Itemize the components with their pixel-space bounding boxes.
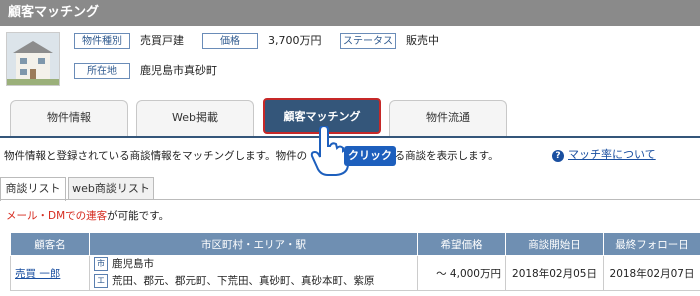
location-label: 所在地 bbox=[74, 63, 130, 79]
subtab-web-deal-list[interactable]: web商談リスト bbox=[68, 177, 154, 199]
table-row: 売買 一郎 市鹿児島市 エ荒田、郡元、郡元町、下荒田、真砂町、真砂本町、紫原 ～… bbox=[10, 255, 700, 291]
type-label: 物件種別 bbox=[74, 33, 130, 49]
deal-table: 顧客名 市区町村・エリア・駅 希望価格 商談開始日 最終フォロー日 売買 一郎 … bbox=[10, 232, 700, 291]
help-icon: ? bbox=[552, 150, 564, 162]
tab-web-listing[interactable]: Web掲載 bbox=[136, 100, 254, 136]
window-title: 顧客マッチング bbox=[0, 0, 700, 26]
price-cell: ～ 4,000万円 bbox=[417, 255, 506, 291]
follow-date-cell: 2018年02月07日 bbox=[603, 255, 700, 291]
col-header-price: 希望価格 bbox=[417, 232, 506, 256]
col-header-customer: 顧客名 bbox=[10, 232, 90, 256]
city-text: 鹿児島市 bbox=[112, 258, 154, 270]
customer-link[interactable]: 売買 一郎 bbox=[15, 268, 60, 280]
price-label: 価格 bbox=[202, 33, 258, 49]
price-value: 3,700万円 bbox=[268, 34, 322, 47]
start-date-cell: 2018年02月05日 bbox=[505, 255, 604, 291]
match-rate-help-link[interactable]: ? マッチ率について bbox=[552, 146, 656, 162]
mail-notice: メール・DMでの連客が可能です。 bbox=[6, 208, 169, 223]
subtab-deal-list[interactable]: 商談リスト bbox=[0, 177, 66, 201]
click-badge: クリック bbox=[344, 146, 396, 166]
property-photo bbox=[6, 32, 60, 86]
area-cell: 市鹿児島市 エ荒田、郡元、郡元町、下荒田、真砂町、真砂本町、紫原 bbox=[89, 255, 418, 291]
customer-cell: 売買 一郎 bbox=[10, 255, 90, 291]
description-text: 物件情報と登録されている商談情報をマッチングします。物件の ッチする商談を表示しま… bbox=[4, 148, 499, 163]
col-header-area: 市区町村・エリア・駅 bbox=[89, 232, 418, 256]
location-value: 鹿児島市真砂町 bbox=[140, 64, 217, 77]
status-label: ステータス bbox=[340, 33, 396, 49]
description-head: 物件情報と登録されている商談情報をマッチングします。物件の bbox=[4, 150, 308, 162]
table-header-row: 顧客名 市区町村・エリア・駅 希望価格 商談開始日 最終フォロー日 bbox=[10, 232, 700, 256]
area-badge: エ bbox=[94, 274, 108, 288]
subtab-underline bbox=[0, 199, 700, 200]
col-header-follow: 最終フォロー日 bbox=[603, 232, 700, 256]
type-value: 売買戸建 bbox=[140, 34, 184, 47]
help-link-text[interactable]: マッチ率について bbox=[568, 148, 656, 161]
tab-underline bbox=[0, 136, 700, 138]
status-value: 販売中 bbox=[406, 34, 439, 47]
city-badge: 市 bbox=[94, 257, 108, 271]
tab-property-info[interactable]: 物件情報 bbox=[10, 100, 128, 136]
area-text: 荒田、郡元、郡元町、下荒田、真砂町、真砂本町、紫原 bbox=[112, 275, 375, 287]
mail-notice-highlight: メール・DMでの連客 bbox=[6, 210, 108, 222]
tab-property-distribution[interactable]: 物件流通 bbox=[389, 100, 507, 136]
mail-notice-text: が可能です。 bbox=[107, 210, 170, 222]
col-header-start: 商談開始日 bbox=[505, 232, 604, 256]
